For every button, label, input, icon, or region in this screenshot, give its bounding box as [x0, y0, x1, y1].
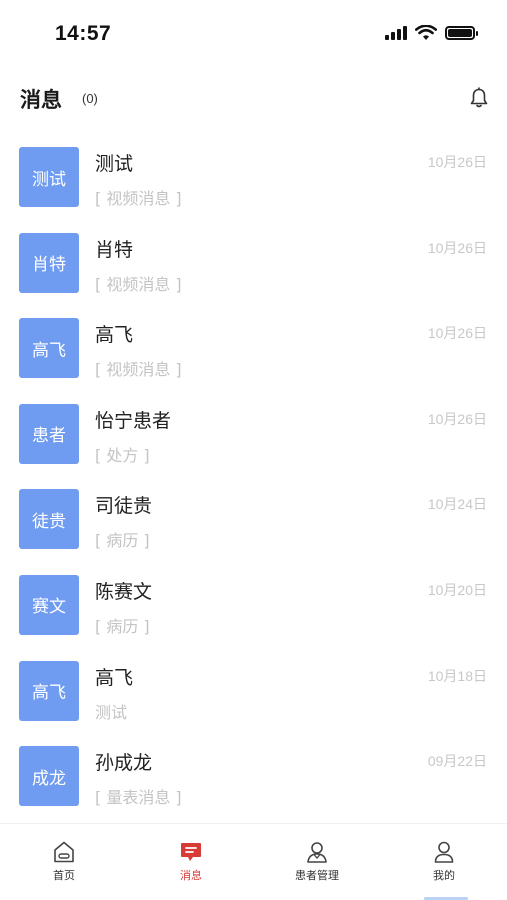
message-date: 10月26日 — [427, 325, 487, 342]
patient-icon — [307, 842, 327, 863]
unread-count: (0) — [82, 91, 98, 106]
message-sender: 高飞 — [95, 324, 134, 347]
avatar: 高飞 — [19, 660, 79, 721]
avatar: 徒贵 — [19, 489, 79, 550]
wifi-icon — [415, 25, 437, 40]
message-date: 10月18日 — [427, 667, 487, 684]
message-item[interactable]: 高飞 高飞 [ 视频消息 ] 10月26日 — [0, 306, 507, 392]
tab-patient-management[interactable]: 患者管理 — [267, 834, 367, 884]
message-preview: [ 视频消息 ] — [95, 274, 182, 294]
message-date: 10月24日 — [427, 496, 487, 513]
message-preview: [ 视频消息 ] — [95, 360, 182, 380]
message-list: 测试 测试 [ 视频消息 ] 10月26日 肖特 肖特 [ 视频消息 ] 10月… — [0, 135, 507, 820]
message-item[interactable]: 徒贵 司徒贵 [ 病历 ] 10月24日 — [0, 477, 507, 563]
tab-label: 消息 — [180, 869, 202, 882]
status-icons — [385, 25, 478, 41]
avatar: 肖特 — [19, 232, 79, 293]
tab-label: 首页 — [53, 869, 75, 882]
message-sender: 陈赛文 — [95, 580, 153, 603]
tab-profile[interactable]: 我的 — [394, 834, 494, 884]
avatar: 测试 — [19, 147, 79, 207]
avatar: 患者 — [19, 403, 79, 464]
tab-bar: 首页 消息 患者管理 我的 — [0, 823, 507, 900]
cellular-signal-icon — [385, 26, 407, 40]
message-sender: 怡宁患者 — [95, 409, 172, 432]
message-item[interactable]: 赛文 陈赛文 [ 病历 ] 10月20日 — [0, 563, 507, 649]
status-time: 14:57 — [55, 22, 112, 45]
message-item[interactable]: 高飞 高飞 测试 10月18日 — [0, 649, 507, 735]
message-preview: [ 病历 ] — [95, 616, 150, 636]
bell-icon[interactable] — [467, 86, 491, 110]
message-date: 10月26日 — [427, 410, 487, 427]
tab-label: 患者管理 — [295, 869, 339, 882]
message-sender: 司徒贵 — [95, 495, 153, 518]
profile-icon — [434, 841, 454, 863]
message-item[interactable]: 肖特 肖特 [ 视频消息 ] 10月26日 — [0, 221, 507, 307]
message-sender: 孙成龙 — [95, 752, 153, 775]
message-sender: 高飞 — [95, 666, 134, 689]
message-preview: 测试 — [95, 702, 128, 722]
tab-messages[interactable]: 消息 — [141, 834, 241, 884]
page-title: 消息 — [20, 88, 62, 112]
message-date: 10月20日 — [427, 581, 487, 598]
message-preview: [ 病历 ] — [95, 531, 150, 551]
message-preview: [ 量表消息 ] — [95, 788, 182, 808]
battery-icon — [445, 26, 478, 40]
message-date: 09月22日 — [427, 753, 487, 770]
avatar: 高飞 — [19, 318, 79, 379]
message-date: 10月26日 — [427, 154, 487, 170]
status-bar: 14:57 — [0, 0, 507, 66]
message-date: 10月26日 — [427, 239, 487, 256]
message-icon — [181, 843, 201, 861]
tab-label: 我的 — [433, 869, 455, 882]
message-preview: [ 处方 ] — [95, 445, 150, 465]
message-item[interactable]: 患者 怡宁患者 [ 处方 ] 10月26日 — [0, 392, 507, 478]
message-preview: [ 视频消息 ] — [95, 189, 182, 208]
message-item[interactable]: 测试 测试 [ 视频消息 ] 10月26日 — [0, 135, 507, 221]
tab-home[interactable]: 首页 — [14, 834, 114, 884]
message-sender: 测试 — [95, 153, 134, 175]
avatar: 成龙 — [19, 746, 79, 807]
message-item[interactable]: 成龙 孙成龙 [ 量表消息 ] 09月22日 — [0, 734, 507, 820]
avatar: 赛文 — [19, 574, 79, 635]
home-icon — [54, 841, 74, 863]
header: 消息 (0) — [0, 80, 507, 120]
message-sender: 肖特 — [95, 238, 134, 261]
